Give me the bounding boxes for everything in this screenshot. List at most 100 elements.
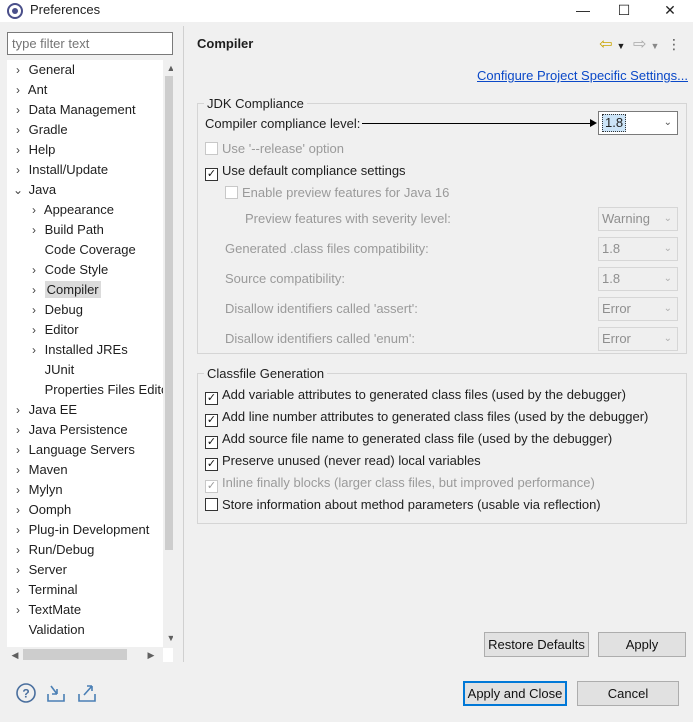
tree-item-run-debug[interactable]: › Run/Debug	[11, 540, 94, 560]
cancel-button[interactable]: Cancel	[577, 681, 679, 706]
chevron-right-icon[interactable]: ›	[11, 100, 25, 120]
tree-item-server[interactable]: › Server	[11, 560, 67, 580]
tree-horizontal-scrollbar[interactable]: ◀ ▶	[7, 647, 163, 662]
svg-text:?: ?	[22, 687, 29, 701]
tree-item-ant[interactable]: › Ant	[11, 80, 47, 100]
preserve-unused-checkbox[interactable]: ✓ Preserve unused (never read) local vari…	[205, 451, 481, 471]
preview-features-checkbox[interactable]: Enable preview features for Java 16	[225, 183, 449, 203]
back-arrow-icon[interactable]: ⇦	[599, 34, 612, 54]
disallow-enum-select[interactable]: Error ⌄	[598, 327, 678, 351]
compliance-level-select[interactable]: 1.8 ⌄	[598, 111, 678, 135]
horizontal-scroll-thumb[interactable]	[23, 649, 127, 660]
generated-class-compat-select[interactable]: 1.8 ⌄	[598, 237, 678, 261]
tree-item-oomph[interactable]: › Oomph	[11, 500, 71, 520]
tree-item-junit[interactable]: JUnit	[27, 360, 75, 380]
tree-item-validation[interactable]: Validation	[11, 620, 85, 640]
tree-item-textmate[interactable]: › TextMate	[11, 600, 81, 620]
forward-arrow-icon[interactable]: ⇨	[633, 34, 646, 54]
chevron-right-icon[interactable]: ›	[11, 500, 25, 520]
method-parameters-checkbox[interactable]: Store information about method parameter…	[205, 495, 601, 515]
chevron-right-icon[interactable]: ›	[11, 80, 25, 100]
chevron-right-icon[interactable]: ›	[27, 300, 41, 320]
help-icon[interactable]: ?	[15, 682, 37, 704]
close-button[interactable]: ✕	[650, 0, 690, 22]
checkbox-icon	[205, 142, 218, 155]
scroll-right-icon[interactable]: ▶	[143, 647, 159, 662]
tree-item-install-update[interactable]: › Install/Update	[11, 160, 108, 180]
chevron-down-icon[interactable]: ⌄	[11, 180, 25, 200]
source-file-name-checkbox[interactable]: ✓ Add source file name to generated class…	[205, 429, 612, 449]
tree-item-language-servers[interactable]: › Language Servers	[11, 440, 135, 460]
tree-item-build-path[interactable]: › Build Path	[27, 220, 104, 240]
chevron-right-icon[interactable]: ›	[11, 400, 25, 420]
chevron-right-icon[interactable]: ›	[11, 120, 25, 140]
tree-vertical-scrollbar[interactable]: ▲ ▼	[163, 60, 173, 648]
tree-item-java[interactable]: ⌄ Java	[11, 180, 56, 200]
chevron-right-icon[interactable]: ›	[27, 220, 41, 240]
chevron-right-icon[interactable]: ›	[11, 420, 25, 440]
import-icon[interactable]	[45, 682, 67, 704]
chevron-right-icon[interactable]: ›	[27, 320, 41, 340]
chevron-right-icon[interactable]: ›	[27, 280, 41, 300]
restore-defaults-button[interactable]: Restore Defaults	[484, 632, 589, 657]
source-compat-select[interactable]: 1.8 ⌄	[598, 267, 678, 291]
tree-item-debug[interactable]: › Debug	[27, 300, 83, 320]
chevron-right-icon[interactable]: ›	[11, 600, 25, 620]
tree-item-editor[interactable]: › Editor	[27, 320, 79, 340]
chevron-down-icon: ⌄	[663, 243, 672, 254]
minimize-button[interactable]: —	[563, 0, 603, 22]
chevron-right-icon[interactable]: ›	[11, 520, 25, 540]
chevron-right-icon[interactable]: ›	[11, 60, 25, 80]
scroll-down-icon[interactable]: ▼	[163, 630, 173, 646]
chevron-down-icon: ⌄	[663, 117, 672, 128]
tree-item-java-persistence[interactable]: › Java Persistence	[11, 420, 128, 440]
chevron-right-icon[interactable]: ›	[11, 140, 25, 160]
tree-item-data-management[interactable]: › Data Management	[11, 100, 136, 120]
inline-finally-checkbox[interactable]: ✓ Inline finally blocks (larger class fil…	[205, 473, 595, 493]
configure-project-settings-link[interactable]: Configure Project Specific Settings...	[477, 68, 688, 83]
line-number-attributes-checkbox[interactable]: ✓ Add line number attributes to generated…	[205, 407, 648, 427]
tree-item-mylyn[interactable]: › Mylyn	[11, 480, 63, 500]
scroll-up-icon[interactable]: ▲	[163, 60, 173, 76]
tree-item-help[interactable]: › Help	[11, 140, 55, 160]
scroll-left-icon[interactable]: ◀	[7, 647, 23, 662]
variable-attributes-checkbox[interactable]: ✓ Add variable attributes to generated cl…	[205, 385, 626, 405]
default-compliance-checkbox[interactable]: ✓ Use default compliance settings	[205, 161, 406, 181]
forward-dropdown-icon[interactable]: ▼	[650, 41, 659, 51]
chevron-right-icon[interactable]: ›	[11, 580, 25, 600]
chevron-right-icon[interactable]: ›	[27, 200, 41, 220]
tree-item-installed-jres[interactable]: › Installed JREs	[27, 340, 128, 360]
chevron-right-icon[interactable]: ›	[11, 440, 25, 460]
chevron-right-icon[interactable]: ›	[11, 480, 25, 500]
tree-item-terminal[interactable]: › Terminal	[11, 580, 78, 600]
disallow-assert-select[interactable]: Error ⌄	[598, 297, 678, 321]
tree-item-plug-in-development[interactable]: › Plug-in Development	[11, 520, 149, 540]
chevron-right-icon[interactable]: ›	[27, 340, 41, 360]
chevron-right-icon[interactable]: ›	[11, 160, 25, 180]
tree-item-gradle[interactable]: › Gradle	[11, 120, 68, 140]
vertical-scroll-thumb[interactable]	[165, 76, 173, 550]
tree-item-java-ee[interactable]: › Java EE	[11, 400, 77, 420]
tree-item-appearance[interactable]: › Appearance	[27, 200, 114, 220]
chevron-right-icon[interactable]: ›	[27, 260, 41, 280]
chevron-right-icon[interactable]: ›	[11, 560, 25, 580]
chevron-right-icon[interactable]: ›	[11, 460, 25, 480]
maximize-button[interactable]: ☐	[604, 0, 644, 22]
filter-input[interactable]	[7, 32, 173, 55]
apply-button[interactable]: Apply	[598, 632, 686, 657]
menu-kebab-icon[interactable]: ⋮	[667, 36, 681, 53]
back-dropdown-icon[interactable]: ▼	[617, 41, 626, 51]
severity-level-select[interactable]: Warning ⌄	[598, 207, 678, 231]
export-icon[interactable]	[76, 682, 98, 704]
tree-item-code-style[interactable]: › Code Style	[27, 260, 108, 280]
chevron-right-icon[interactable]: ›	[11, 540, 25, 560]
tree-item-maven[interactable]: › Maven	[11, 460, 68, 480]
tree-item-code-coverage[interactable]: Code Coverage	[27, 240, 136, 260]
tree-item-compiler[interactable]: › Compiler	[27, 280, 101, 300]
tree-item-general[interactable]: › General	[11, 60, 75, 80]
release-option-checkbox[interactable]: Use '--release' option	[205, 139, 344, 159]
tree-item-properties-files-editor[interactable]: Properties Files Editor	[27, 380, 173, 400]
apply-and-close-button[interactable]: Apply and Close	[463, 681, 567, 706]
title-bar: Preferences — ☐ ✕	[0, 0, 693, 22]
disallow-assert-label: Disallow identifiers called 'assert':	[225, 301, 418, 316]
